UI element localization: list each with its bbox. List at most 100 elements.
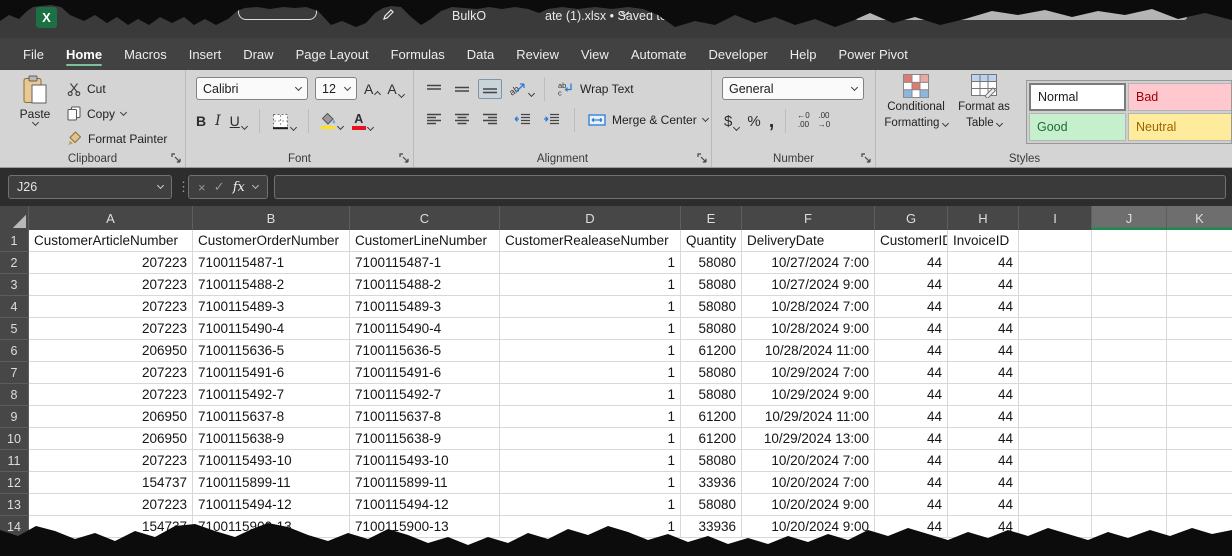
cell-E3[interactable]: 58080: [681, 274, 742, 296]
middle-align-button[interactable]: [450, 79, 474, 99]
formula-input[interactable]: [274, 175, 1226, 199]
cell-G8[interactable]: 44: [875, 384, 948, 406]
row-header-12[interactable]: 12: [0, 472, 29, 494]
cell-J4[interactable]: [1092, 296, 1167, 318]
cell-I14[interactable]: [1019, 516, 1092, 538]
accounting-format-button[interactable]: $: [724, 113, 739, 130]
italic-button[interactable]: I: [215, 113, 221, 129]
percent-style-button[interactable]: %: [747, 113, 760, 130]
column-header-C[interactable]: C: [350, 206, 500, 230]
cell-J14[interactable]: [1092, 516, 1167, 538]
cell-D10[interactable]: 1: [500, 428, 681, 450]
cell-K13[interactable]: [1167, 494, 1232, 516]
cell-A10[interactable]: 206950: [29, 428, 193, 450]
cell-B13[interactable]: 7100115494-12: [193, 494, 350, 516]
cell-G11[interactable]: 44: [875, 450, 948, 472]
row-header-1[interactable]: 1: [0, 230, 29, 252]
cell-I7[interactable]: [1019, 362, 1092, 384]
cell-J7[interactable]: [1092, 362, 1167, 384]
cell-A3[interactable]: 207223: [29, 274, 193, 296]
cell-K5[interactable]: [1167, 318, 1232, 340]
cell-H12[interactable]: 44: [948, 472, 1019, 494]
insert-function-icon[interactable]: fx: [233, 180, 245, 195]
font-size-combo[interactable]: 12: [315, 77, 357, 100]
conditional-formatting-button[interactable]: Conditional Formatting: [884, 74, 948, 131]
cell-E7[interactable]: 58080: [681, 362, 742, 384]
cell-G14[interactable]: 44: [875, 516, 948, 538]
increase-font-size-button[interactable]: A: [364, 81, 380, 97]
cell-K1[interactable]: [1167, 230, 1232, 252]
tab-insert[interactable]: Insert: [178, 38, 233, 70]
decrease-font-size-button[interactable]: A: [387, 81, 403, 97]
cell-C7[interactable]: 7100115491-6: [350, 362, 500, 384]
tab-help[interactable]: Help: [779, 38, 828, 70]
cell-I1[interactable]: [1019, 230, 1092, 252]
number-format-combo[interactable]: General: [722, 77, 864, 100]
cell-K12[interactable]: [1167, 472, 1232, 494]
cell-H13[interactable]: 44: [948, 494, 1019, 516]
copy-button[interactable]: Copy: [64, 101, 170, 126]
cell-H5[interactable]: 44: [948, 318, 1019, 340]
increase-indent-button[interactable]: [539, 109, 564, 130]
cell-K4[interactable]: [1167, 296, 1232, 318]
cell-C2[interactable]: 7100115487-1: [350, 252, 500, 274]
cell-I4[interactable]: [1019, 296, 1092, 318]
cell-H9[interactable]: 44: [948, 406, 1019, 428]
cancel-icon[interactable]: ×: [198, 180, 206, 195]
cell-K3[interactable]: [1167, 274, 1232, 296]
orientation-button[interactable]: ab: [510, 81, 534, 96]
cell-A8[interactable]: 207223: [29, 384, 193, 406]
cell-H11[interactable]: 44: [948, 450, 1019, 472]
cell-H10[interactable]: 44: [948, 428, 1019, 450]
bottom-align-button[interactable]: [478, 79, 502, 99]
cell-A11[interactable]: 207223: [29, 450, 193, 472]
cell-C8[interactable]: 7100115492-7: [350, 384, 500, 406]
cell-A12[interactable]: 154737: [29, 472, 193, 494]
top-align-button[interactable]: [422, 79, 446, 99]
cell-J11[interactable]: [1092, 450, 1167, 472]
cell-E1[interactable]: Quantity: [681, 230, 742, 252]
tab-automate[interactable]: Automate: [620, 38, 698, 70]
cell-B1[interactable]: CustomerOrderNumber: [193, 230, 350, 252]
cell-F14[interactable]: 10/20/2024 9:00: [742, 516, 875, 538]
cell-C5[interactable]: 7100115490-4: [350, 318, 500, 340]
row-header-5[interactable]: 5: [0, 318, 29, 340]
clipboard-dialog-launcher-icon[interactable]: [171, 153, 181, 163]
cell-D8[interactable]: 1: [500, 384, 681, 406]
cell-H3[interactable]: 44: [948, 274, 1019, 296]
cell-B9[interactable]: 7100115637-8: [193, 406, 350, 428]
tab-home[interactable]: Home: [55, 38, 113, 70]
column-header-B[interactable]: B: [193, 206, 350, 230]
cell-A2[interactable]: 207223: [29, 252, 193, 274]
cell-J13[interactable]: [1092, 494, 1167, 516]
tab-formulas[interactable]: Formulas: [380, 38, 456, 70]
cell-F10[interactable]: 10/29/2024 13:00: [742, 428, 875, 450]
center-button[interactable]: [450, 109, 474, 130]
cell-A1[interactable]: CustomerArticleNumber: [29, 230, 193, 252]
cell-F3[interactable]: 10/27/2024 9:00: [742, 274, 875, 296]
cell-E10[interactable]: 61200: [681, 428, 742, 450]
decrease-indent-button[interactable]: [510, 109, 535, 130]
cell-F8[interactable]: 10/29/2024 9:00: [742, 384, 875, 406]
cell-D3[interactable]: 1: [500, 274, 681, 296]
cell-B11[interactable]: 7100115493-10: [193, 450, 350, 472]
cell-H7[interactable]: 44: [948, 362, 1019, 384]
cell-B5[interactable]: 7100115490-4: [193, 318, 350, 340]
row-header-4[interactable]: 4: [0, 296, 29, 318]
fill-color-button[interactable]: [321, 113, 343, 130]
cell-G2[interactable]: 44: [875, 252, 948, 274]
cell-D4[interactable]: 1: [500, 296, 681, 318]
cell-J6[interactable]: [1092, 340, 1167, 362]
increase-decimal-button[interactable]: ←0.00: [797, 112, 809, 130]
row-header-3[interactable]: 3: [0, 274, 29, 296]
cell-G13[interactable]: 44: [875, 494, 948, 516]
column-header-J[interactable]: J: [1092, 206, 1167, 230]
cell-K10[interactable]: [1167, 428, 1232, 450]
cell-A4[interactable]: 207223: [29, 296, 193, 318]
enter-icon[interactable]: ✓: [214, 179, 225, 195]
cell-G6[interactable]: 44: [875, 340, 948, 362]
cell-J2[interactable]: [1092, 252, 1167, 274]
row-header-9[interactable]: 9: [0, 406, 29, 428]
cell-A14[interactable]: 154737: [29, 516, 193, 538]
cell-E13[interactable]: 58080: [681, 494, 742, 516]
